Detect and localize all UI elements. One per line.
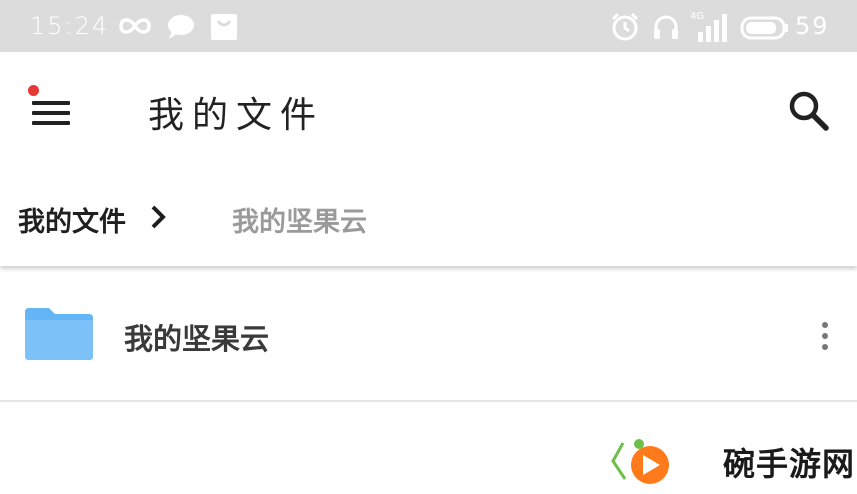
chevron-right-icon: [151, 205, 166, 229]
breadcrumb-root[interactable]: 我的文件: [18, 200, 126, 239]
headphones-icon: [654, 15, 678, 39]
battery-icon: [740, 16, 788, 40]
breadcrumb: 我的文件 我的坚果云: [0, 166, 857, 266]
bag-icon: [211, 14, 237, 40]
battery-percentage: 59: [795, 12, 830, 40]
chat-bubble-icon: [168, 15, 194, 39]
search-icon: [789, 91, 829, 131]
infinity-icon: [119, 18, 151, 34]
app-bar: 我的文件: [0, 52, 857, 166]
more-options-button[interactable]: [812, 316, 838, 356]
search-button[interactable]: [786, 88, 832, 134]
network-type: 4G: [690, 11, 705, 22]
folder-icon: [25, 308, 93, 360]
breadcrumb-current[interactable]: 我的坚果云: [232, 200, 367, 239]
watermark-logo-icon: [611, 439, 669, 484]
status-time: 15:24: [30, 12, 110, 40]
menu-button[interactable]: [22, 82, 82, 137]
status-bar: 15:24 4G 59: [0, 0, 857, 52]
watermark: 碗手游网: [605, 425, 857, 494]
file-name: 我的坚果云: [124, 322, 270, 356]
page-title: 我的文件: [148, 95, 325, 136]
notification-dot: [28, 85, 39, 96]
alarm-icon: [611, 12, 639, 41]
list-item[interactable]: 我的坚果云: [0, 266, 857, 402]
watermark-text: 碗手游网: [723, 445, 856, 483]
